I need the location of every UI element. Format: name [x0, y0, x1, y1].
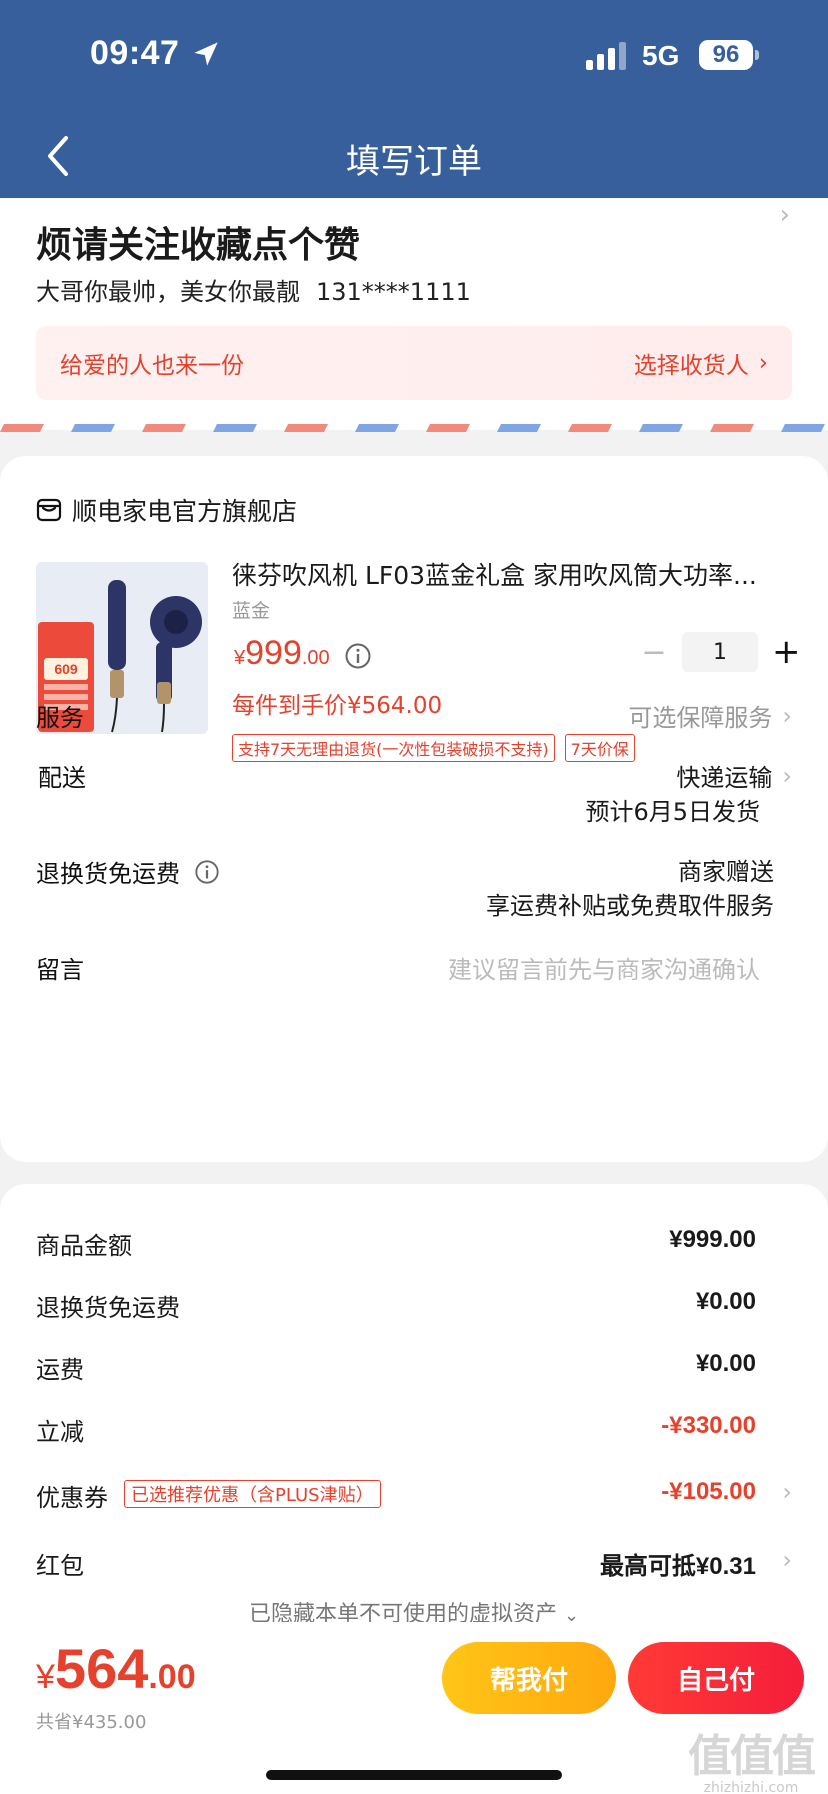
shop-icon	[36, 498, 62, 522]
self-pay-button[interactable]: 自己付	[628, 1642, 804, 1714]
return-shipping-value-text: 商家赠送	[678, 858, 774, 886]
increase-quantity-button[interactable]: +	[772, 632, 801, 672]
address-line: 大哥你最帅，美女你最靓 131****1111	[36, 272, 471, 307]
receiver-name: 烦请关注收藏点个赞	[36, 225, 361, 266]
address-detail: 大哥你最帅，美女你最靓	[36, 278, 300, 306]
status-time: 09:47	[90, 34, 180, 72]
signal-icon	[586, 42, 626, 70]
tag-price-protect: 7天价保	[564, 734, 635, 762]
help-pay-button[interactable]: 帮我付	[442, 1642, 616, 1714]
delivery-row[interactable]: 快递运输 ›	[676, 758, 792, 793]
service-label: 服务	[36, 704, 84, 732]
price-summary-card: 商品金额 ¥999.00 退换货免运费 ¥0.00 运费 ¥0.00 立减 -¥…	[0, 1184, 828, 1644]
chevron-right-icon: ›	[779, 200, 790, 230]
shop-row[interactable]: 顺电家电官方旗舰店	[36, 492, 297, 528]
product-card: 顺电家电官方旗舰店 609 徕芬吹风机 LF03蓝金礼盒 家用吹风筒大功率...…	[0, 456, 828, 1162]
bottom-bar: ¥564.00 共省¥435.00 帮我付 自己付 值值值 zhizhizhi.…	[0, 1622, 828, 1794]
delivery-value: 快递运输	[676, 764, 773, 792]
message-placeholder: 建议留言前先与商家沟通确认	[448, 956, 760, 984]
return-shipping-value: 商家赠送	[678, 852, 774, 887]
total-currency: ¥	[36, 1658, 55, 1696]
red-packet-label: 红包	[36, 1552, 84, 1580]
delivery-eta-text: 预计6月5日发货	[585, 798, 760, 826]
chevron-right-icon[interactable]: ›	[782, 1478, 792, 1506]
delivery-eta: 预计6月5日发货	[585, 792, 760, 827]
delivery-label: 配送	[38, 764, 86, 792]
chevron-right-icon: ›	[782, 701, 792, 730]
info-icon[interactable]	[194, 859, 220, 885]
gift-action-label: 选择收货人	[633, 353, 749, 379]
return-fee-value: ¥0.00	[695, 1288, 756, 1315]
quantity-stepper: − 1 +	[640, 632, 801, 672]
battery-tip	[755, 50, 759, 60]
choose-receiver-button[interactable]: 选择收货人 ›	[634, 346, 768, 380]
page-title: 填写订单	[346, 142, 482, 182]
receiver-phone: 131****1111	[316, 278, 471, 306]
price-currency: ¥	[234, 647, 246, 669]
chevron-right-icon: ›	[758, 350, 768, 376]
red-packet-value[interactable]: 最高可抵¥0.31	[600, 1546, 756, 1581]
address-card[interactable]: › 烦请关注收藏点个赞 大哥你最帅，美女你最靓 131****1111 给爱的人也…	[0, 198, 828, 430]
return-shipping-sub-text: 享运费补贴或免费取件服务	[486, 892, 774, 920]
info-icon[interactable]	[344, 642, 372, 670]
product-spec: 蓝金	[232, 600, 271, 622]
return-shipping-sub: 享运费补贴或免费取件服务	[486, 886, 774, 921]
service-value: 可选保障服务	[628, 704, 773, 732]
total-price: ¥564.00	[36, 1636, 196, 1701]
product-price: ¥999.00	[234, 634, 330, 673]
freight-label: 运费	[36, 1356, 84, 1384]
return-shipping-label-row: 退换货免运费	[36, 854, 220, 889]
header: 09:47 5G 96 填写订单	[0, 0, 828, 198]
quantity-value[interactable]: 1	[682, 632, 758, 672]
coupon-value[interactable]: -¥105.00	[661, 1478, 756, 1506]
gift-bar[interactable]: 给爱的人也来一份 选择收货人 ›	[36, 326, 792, 400]
total-int: 564	[54, 1637, 149, 1700]
return-fee-label: 退换货免运费	[36, 1294, 180, 1322]
network-label: 5G	[642, 40, 680, 71]
coupon-tag: 已选推荐优惠（含PLUS津贴）	[124, 1480, 381, 1508]
home-indicator[interactable]	[266, 1770, 562, 1780]
unit-price: 每件到手价¥564.00	[232, 693, 443, 719]
thumb-badge-price: 609	[54, 661, 78, 677]
envelope-stripes	[0, 424, 828, 432]
product-tags: 支持7天无理由退货(一次性包装破损不支持) 7天价保	[232, 734, 635, 762]
message-input[interactable]: 建议留言前先与商家沟通确认	[448, 950, 760, 985]
return-shipping-label: 退换货免运费	[36, 860, 180, 888]
battery-icon: 96	[699, 40, 753, 70]
location-arrow-icon	[194, 42, 218, 66]
product-title[interactable]: 徕芬吹风机 LF03蓝金礼盒 家用吹风筒大功率...	[232, 556, 792, 592]
price-int: 999	[245, 634, 302, 672]
shop-name: 顺电家电官方旗舰店	[72, 497, 298, 526]
watermark-logo: 值值值	[688, 1731, 816, 1782]
gift-text: 给爱的人也来一份	[60, 353, 244, 379]
watermark: 值值值 zhizhizhi.com	[676, 1720, 826, 1794]
chevron-right-icon[interactable]: ›	[782, 1546, 792, 1574]
instant-discount-value: -¥330.00	[661, 1412, 756, 1439]
service-row[interactable]: 可选保障服务 ›	[628, 698, 792, 733]
message-label: 留言	[36, 956, 84, 984]
chevron-right-icon: ›	[782, 761, 792, 790]
battery-level: 96	[712, 41, 740, 68]
coupon-label: 优惠券	[36, 1484, 108, 1512]
saved-amount: 共省¥435.00	[36, 1712, 147, 1733]
freight-value: ¥0.00	[695, 1350, 756, 1377]
tag-return-policy: 支持7天无理由退货(一次性包装破损不支持)	[232, 734, 555, 762]
total-dec: .00	[148, 1658, 196, 1696]
goods-amount-label: 商品金额	[36, 1232, 132, 1260]
decrease-quantity-button[interactable]: −	[640, 635, 668, 670]
goods-amount-value: ¥999.00	[669, 1226, 756, 1253]
instant-discount-label: 立减	[36, 1418, 84, 1446]
price-dec: .00	[301, 647, 330, 669]
